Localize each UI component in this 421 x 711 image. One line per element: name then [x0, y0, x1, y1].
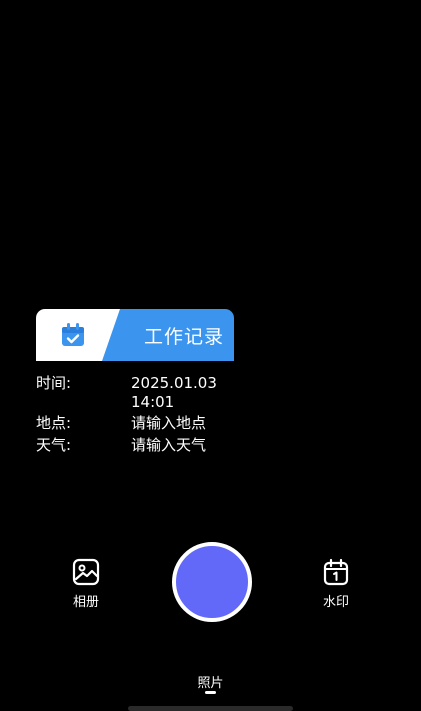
calendar-icon [323, 558, 349, 586]
album-button[interactable]: 相册 [56, 557, 116, 610]
location-value: 请输入地点 [131, 414, 207, 432]
watermark-header[interactable]: 工作记录 [36, 309, 234, 361]
location-label: 地点: [36, 414, 72, 432]
time-label: 时间: [36, 374, 72, 392]
mode-photo-tab[interactable]: 照片 [0, 672, 421, 691]
watermark-button[interactable]: 水印 [306, 557, 366, 610]
watermark-title: 工作记录 [143, 326, 224, 348]
image-icon [72, 558, 100, 586]
watermark-button-label: 水印 [322, 595, 349, 610]
home-indicator[interactable] [128, 706, 293, 711]
mode-indicator [205, 691, 216, 694]
weather-value: 请输入天气 [131, 436, 207, 454]
time-value: 2025.01.03 14:01 [131, 374, 217, 411]
album-label: 相册 [72, 595, 99, 610]
calendar-check-icon [62, 323, 84, 346]
shutter-button[interactable] [172, 542, 252, 622]
weather-label: 天气: [36, 436, 72, 454]
